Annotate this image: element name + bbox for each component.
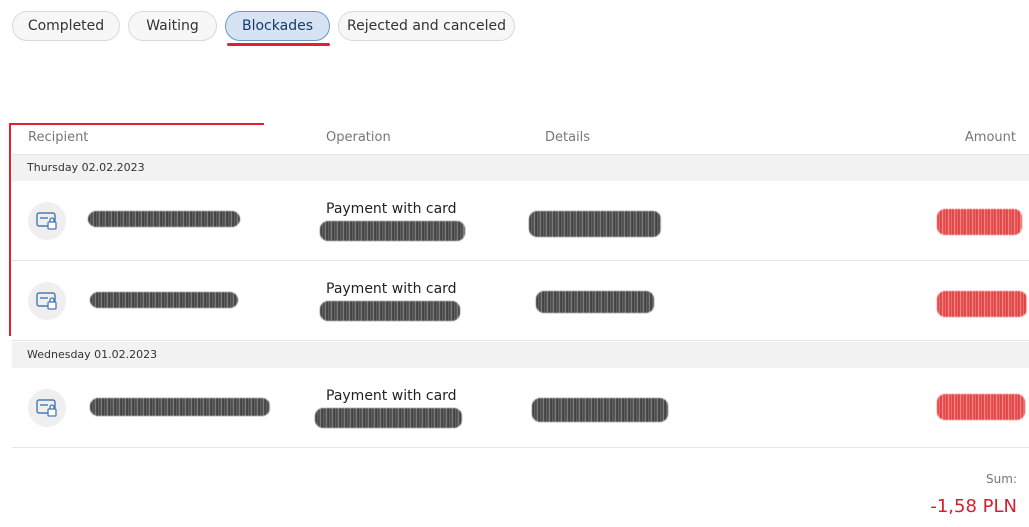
redacted-recipient	[88, 211, 240, 227]
tab-blockades[interactable]: Blockades	[225, 11, 330, 41]
card-lock-icon	[28, 202, 66, 240]
redacted-operation-detail	[315, 408, 462, 428]
header-recipient: Recipient	[28, 130, 89, 145]
tab-waiting[interactable]: Waiting	[128, 11, 217, 41]
redacted-amount	[937, 394, 1025, 420]
header-details: Details	[545, 130, 591, 145]
table-row[interactable]: Payment with card	[12, 368, 1029, 448]
tab-completed[interactable]: Completed	[12, 11, 120, 41]
operation-label: Payment with card	[326, 281, 457, 297]
redacted-details	[536, 291, 654, 313]
operation-label: Payment with card	[326, 388, 457, 404]
sum-value: -1,58 PLN	[930, 496, 1017, 517]
header-operation: Operation	[326, 130, 391, 145]
redacted-details	[532, 398, 668, 422]
date-group-header: Wednesday 01.02.2023	[12, 342, 1029, 368]
redacted-amount	[937, 291, 1027, 317]
redacted-operation-detail	[320, 301, 460, 321]
sum-label: Sum:	[986, 472, 1017, 486]
redacted-amount	[937, 209, 1022, 235]
highlight-frame-left	[9, 123, 11, 336]
redacted-operation-detail	[320, 221, 465, 241]
header-amount: Amount	[964, 130, 1016, 145]
redacted-details	[529, 211, 661, 237]
card-lock-icon	[28, 389, 66, 427]
redacted-recipient	[90, 292, 238, 308]
table-header: Recipient Operation Details Amount	[12, 125, 1029, 156]
date-group-header: Thursday 02.02.2023	[12, 155, 1029, 181]
table-row[interactable]: Payment with card	[12, 181, 1029, 261]
table-row[interactable]: Payment with card	[12, 261, 1029, 341]
active-tab-underline	[227, 43, 330, 46]
redacted-recipient	[90, 398, 270, 416]
tab-rejected-and-canceled[interactable]: Rejected and canceled	[338, 11, 515, 41]
operation-label: Payment with card	[326, 201, 457, 217]
card-lock-icon	[28, 282, 66, 320]
